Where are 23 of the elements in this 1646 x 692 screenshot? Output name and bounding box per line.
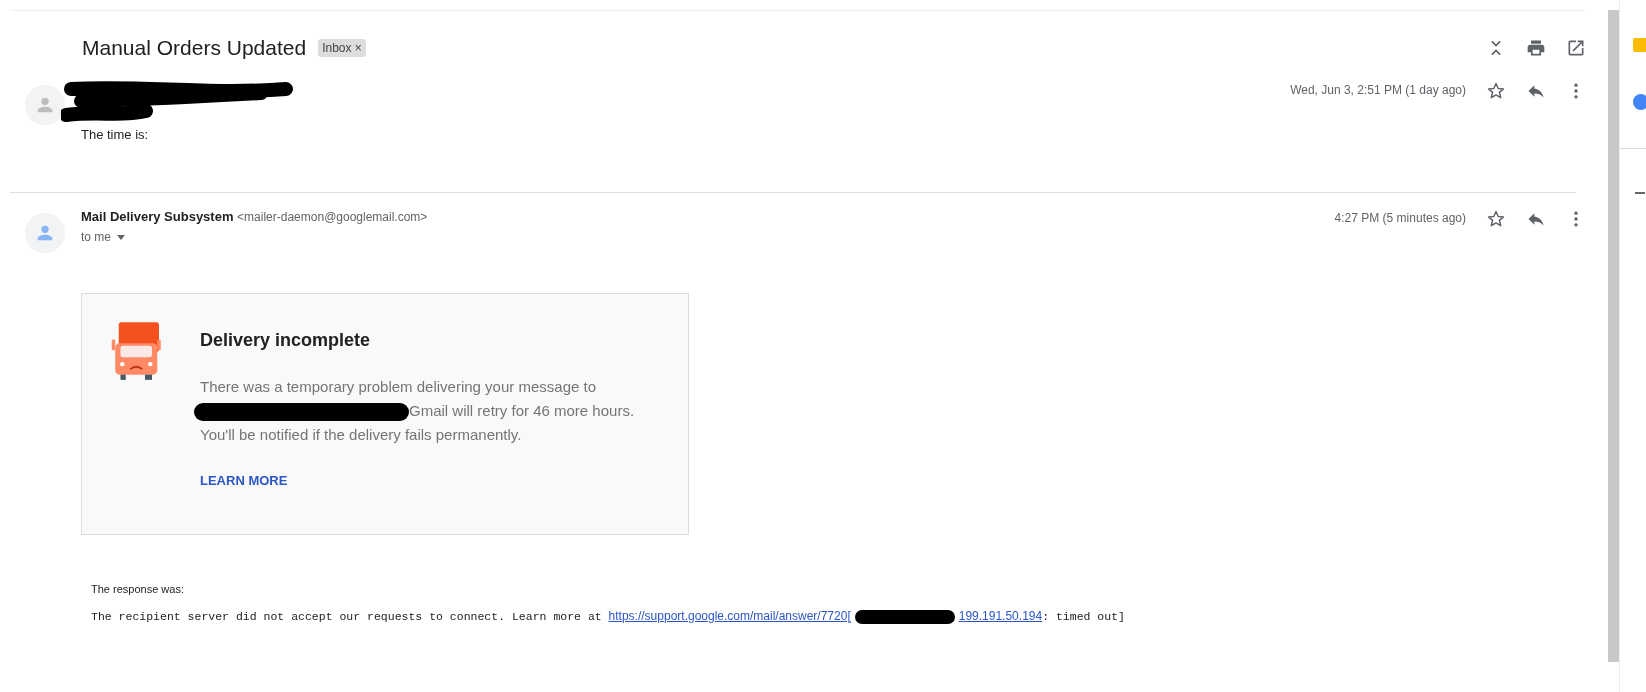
- message-body: The time is:: [81, 127, 150, 144]
- recipient-dropdown[interactable]: to me: [81, 230, 125, 244]
- message-date: Wed, Jun 3, 2:51 PM (1 day ago): [1290, 83, 1466, 97]
- print-icon[interactable]: [1526, 38, 1546, 58]
- ip-link[interactable]: 199.191.50.194: [958, 609, 1043, 623]
- sender-name: Mail Delivery Subsystem: [81, 209, 234, 224]
- avatar: [25, 85, 65, 125]
- message-date: 4:27 PM (5 minutes ago): [1334, 211, 1466, 225]
- avatar: [25, 213, 65, 253]
- inbox-label[interactable]: Inbox ×: [318, 39, 366, 57]
- response-text: The recipient server did not accept our requests to connect. Learn more at https://support.google.com/mail/answer/7720[ 199.191.50.194: timed out]: [91, 609, 1126, 624]
- sender-email: <mailer-daemon@googlemail.com>: [237, 210, 428, 224]
- open-in-new-window-icon[interactable]: [1566, 38, 1586, 58]
- caret-icon: [117, 234, 125, 240]
- response-heading: The response was:: [91, 583, 185, 595]
- support-link[interactable]: https://support.google.com/mail/answer/7720[: [608, 609, 851, 623]
- delivery-message: There was a temporary problem delivering your message to Gmail will retry for 46 more hours. You'll be notified if the delivery fails permanently.: [200, 375, 635, 447]
- star-icon[interactable]: [1486, 81, 1506, 101]
- card-title: Delivery incomplete: [200, 330, 372, 351]
- scrollbar[interactable]: [1608, 10, 1619, 662]
- star-icon[interactable]: [1486, 209, 1506, 229]
- learn-more-link[interactable]: LEARN MORE: [200, 473, 288, 488]
- email-subject: Manual Orders Updated: [82, 36, 307, 60]
